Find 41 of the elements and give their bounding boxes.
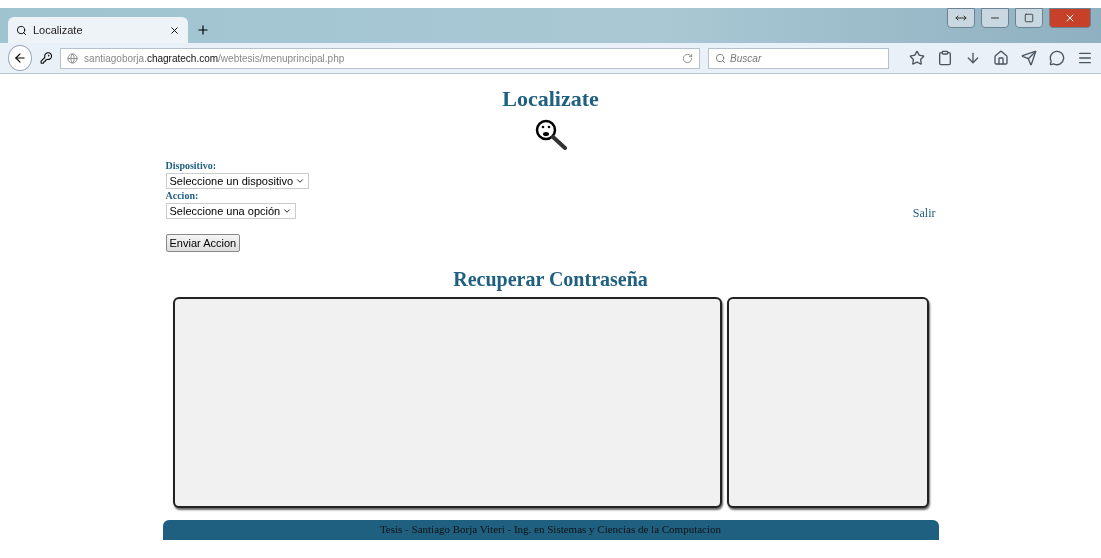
globe-icon [67, 52, 79, 64]
close-icon[interactable] [169, 24, 180, 36]
clipboard-icon[interactable] [937, 50, 953, 66]
caret-icon [282, 206, 293, 216]
address-bar[interactable]: santiagoborja.chagratech.com/webtesis/menuprincipal.php [60, 47, 701, 69]
search-icon [715, 52, 727, 64]
chat-icon[interactable] [1049, 50, 1065, 66]
page-title: Localizate [502, 86, 599, 112]
home-icon[interactable] [993, 50, 1009, 66]
section-title: Recuperar Contraseña [453, 268, 648, 291]
back-arrow-icon [12, 51, 27, 65]
search-icon [16, 24, 27, 36]
minimize-button[interactable] [981, 8, 1009, 28]
key-icon[interactable] [39, 51, 53, 65]
search-placeholder: Buscar [730, 52, 762, 64]
resize-button[interactable] [947, 8, 975, 28]
close-icon [1064, 12, 1076, 24]
caret-icon [295, 176, 306, 186]
paper-plane-icon[interactable] [1021, 50, 1037, 66]
submit-button[interactable]: Enviar Accion [165, 234, 241, 252]
dropdown[interactable]: Seleccione una opción [165, 203, 297, 219]
maximize-button[interactable] [1015, 8, 1043, 28]
field-label: Accion: [165, 190, 199, 201]
url-text: santiagoborja.chagratech.com/webtesis/menuprincipal.php [84, 52, 346, 64]
dropdown-value: Seleccione un dispositivo [169, 175, 294, 187]
download-icon[interactable] [965, 50, 981, 66]
tab-title: Localizate [33, 24, 84, 36]
star-icon[interactable] [909, 50, 925, 66]
search-field[interactable]: Buscar [708, 47, 889, 69]
new-tab-icon[interactable] [196, 23, 210, 37]
magnifier-icon [533, 118, 568, 150]
dropdown[interactable]: Seleccione un dispositivo [165, 173, 310, 189]
maximize-icon [1024, 13, 1034, 23]
back-button[interactable] [8, 45, 32, 71]
browser-tab[interactable]: Localizate [8, 17, 188, 43]
reload-icon[interactable] [682, 52, 694, 64]
dropdown-value: Seleccione una opción [169, 205, 281, 217]
field-label: Dispositivo: [165, 160, 217, 171]
menu-icon[interactable] [1077, 50, 1093, 66]
logout-link[interactable]: Salir [912, 206, 936, 221]
footer: Tesis - Santiago Borja Viteri - Ing. en Sistemas y Ciencias de la Computacion [162, 520, 939, 540]
